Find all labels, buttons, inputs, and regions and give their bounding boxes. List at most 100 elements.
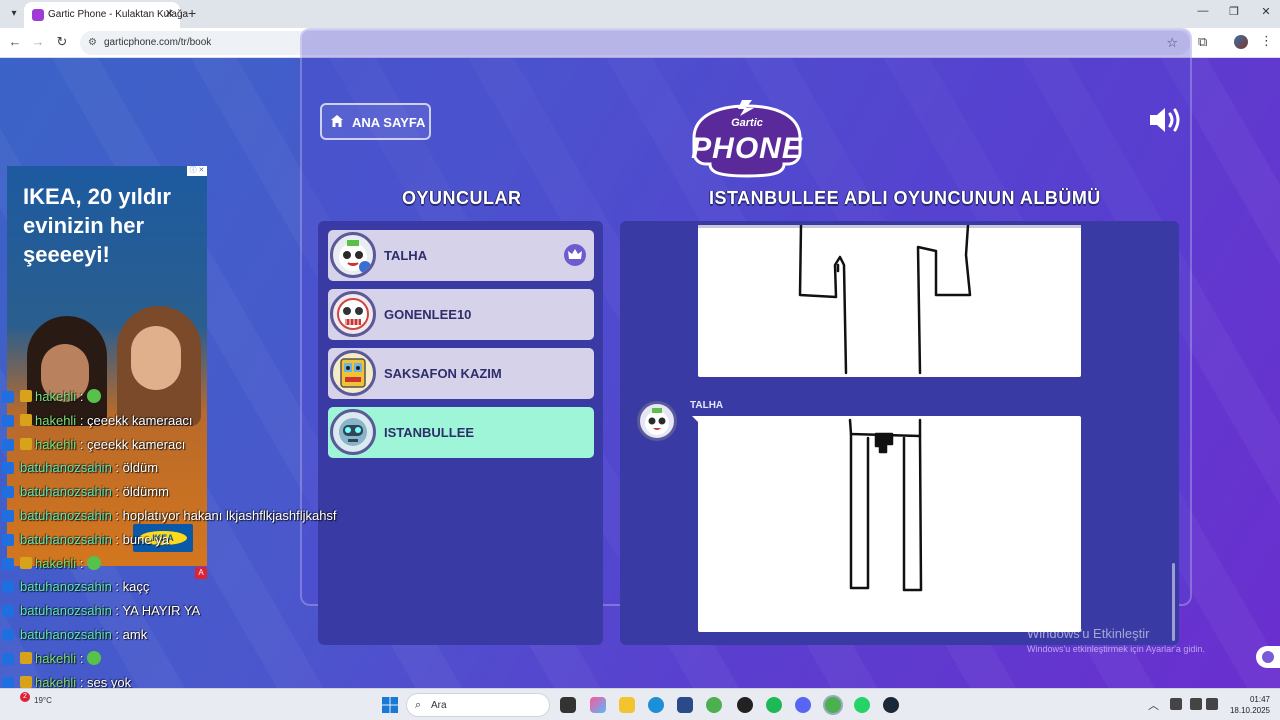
spotify-icon[interactable] bbox=[766, 697, 782, 713]
chat-username: hakehli bbox=[35, 555, 77, 571]
chat-text: YA HAYIR YA bbox=[122, 603, 201, 619]
drawing-canvas bbox=[698, 225, 1081, 377]
chat-subscriber-icon bbox=[20, 651, 32, 664]
chat-separator: : bbox=[111, 507, 123, 523]
new-tab-icon[interactable]: + bbox=[188, 5, 196, 21]
chat-separator: : bbox=[76, 412, 88, 428]
chat-message: hakehli : bbox=[2, 387, 402, 411]
whatsapp-icon[interactable] bbox=[854, 697, 870, 713]
chat-text: bune ya bbox=[122, 531, 169, 547]
chat-badge-icon bbox=[2, 414, 14, 427]
chat-separator: : bbox=[76, 650, 88, 666]
chat-username: batuhanozsahin bbox=[20, 507, 112, 523]
chat-badge-icon bbox=[2, 557, 14, 570]
store-icon[interactable] bbox=[677, 697, 693, 713]
close-window-icon[interactable]: ✕ bbox=[1256, 5, 1276, 18]
player-name: GONENLEE10 bbox=[384, 307, 472, 322]
steam-icon[interactable] bbox=[883, 697, 899, 713]
chat-badge-icon bbox=[2, 486, 14, 499]
search-icon: ⌕ bbox=[415, 699, 422, 711]
tab-close-icon[interactable]: ✕ bbox=[165, 7, 174, 20]
chat-message: hakehli : çeeekk kameraacı bbox=[2, 411, 402, 435]
taskbar-clock[interactable]: 01:47 18.10.2025 bbox=[1226, 694, 1270, 716]
album-author-name: TALHA bbox=[690, 400, 724, 411]
tray-overflow-icon[interactable]: ︿ bbox=[1148, 697, 1159, 713]
player-avatar bbox=[330, 232, 376, 278]
volume-icon[interactable] bbox=[1206, 698, 1218, 710]
player-avatar bbox=[330, 291, 376, 337]
chat-subscriber-icon bbox=[20, 437, 32, 450]
player-name: SAKSAFON KAZIM bbox=[384, 366, 502, 381]
crown-icon bbox=[564, 244, 586, 266]
home-icon bbox=[331, 115, 343, 127]
back-icon[interactable]: ← bbox=[6, 34, 24, 49]
gartic-phone-logo: Gartic PHONE bbox=[684, 100, 810, 178]
chat-badge-icon bbox=[2, 391, 14, 403]
task-view-icon[interactable] bbox=[560, 697, 576, 713]
album-author-avatar bbox=[637, 401, 677, 441]
album-panel: TALHA bbox=[620, 221, 1179, 645]
url-text: garticphone.com/tr/book bbox=[104, 37, 212, 48]
logo-text-top: Gartic bbox=[731, 117, 763, 129]
chat-separator: : bbox=[111, 531, 123, 547]
chat-badge-icon bbox=[2, 438, 14, 451]
profile-avatar-icon[interactable] bbox=[1234, 35, 1248, 49]
chat-message: hakehli : bbox=[2, 649, 402, 673]
site-info-icon[interactable]: ⚙ bbox=[88, 37, 97, 48]
drawing-strokes bbox=[848, 418, 923, 592]
ad-info-icon[interactable]: ⓘ ✕ bbox=[187, 166, 207, 176]
stream-chat-overlay: hakehli : hakehli : çeeekk kameraacı hake… bbox=[2, 387, 402, 720]
reload-icon[interactable]: ↻ bbox=[53, 34, 71, 50]
chat-text: hoplatıyor hakanı lkjashflkjashfljkahsf bbox=[122, 507, 337, 523]
ad-image-face bbox=[131, 326, 181, 390]
chat-emote-icon bbox=[87, 650, 102, 665]
album-heading: ISTANBULLEE ADLI OYUNCUNUN ALBÜMÜ bbox=[709, 188, 1101, 208]
home-button[interactable]: ANA SAYFA bbox=[320, 103, 431, 140]
player-item-talha[interactable]: TALHA bbox=[328, 230, 594, 281]
chat-subscriber-icon bbox=[20, 390, 32, 402]
discord-icon[interactable] bbox=[795, 697, 811, 713]
chat-message: batuhanozsahin : öldümm bbox=[2, 482, 402, 506]
extensions-icon[interactable]: ⧉ bbox=[1198, 34, 1207, 50]
browser-tab[interactable]: Gartic Phone - Kulaktan Kulağa ✕ bbox=[24, 2, 188, 28]
players-heading: OYUNCULAR bbox=[402, 188, 522, 208]
browser-menu-icon[interactable]: ⋮ bbox=[1260, 33, 1273, 49]
chrome-icon[interactable] bbox=[706, 697, 722, 713]
drawing-strokes bbox=[798, 225, 972, 375]
app-icon[interactable] bbox=[737, 697, 753, 713]
minimize-icon[interactable]: — bbox=[1193, 5, 1213, 17]
windows-activation-watermark: Windows'u Etkinleştir Windows'u etkinleş… bbox=[1027, 626, 1205, 654]
weather-temp[interactable]: 19°C bbox=[34, 696, 52, 705]
restore-icon[interactable]: ❐ bbox=[1224, 5, 1244, 18]
chat-separator: : bbox=[111, 603, 123, 619]
side-panel-toggle[interactable] bbox=[1256, 646, 1280, 668]
forward-icon[interactable]: → bbox=[29, 34, 47, 49]
chat-subscriber-icon bbox=[20, 675, 32, 688]
chat-username: batuhanozsahin bbox=[20, 626, 112, 642]
chat-text: öldümm bbox=[122, 484, 169, 500]
file-explorer-icon[interactable] bbox=[619, 697, 635, 713]
tab-search-icon[interactable]: ▾ bbox=[6, 6, 22, 22]
chat-message: batuhanozsahin : öldüm bbox=[2, 458, 402, 482]
chat-emote-icon bbox=[87, 389, 102, 403]
activation-subtitle: Windows'u etkinleştirmek için Ayarlar'a … bbox=[1027, 644, 1205, 654]
edge-icon[interactable] bbox=[648, 697, 664, 713]
sound-icon[interactable] bbox=[1148, 106, 1182, 134]
windows-start-icon[interactable] bbox=[382, 697, 398, 713]
chat-badge-icon bbox=[2, 605, 14, 618]
copilot-icon[interactable] bbox=[590, 697, 606, 713]
player-name: TALHA bbox=[384, 248, 428, 263]
network-icon[interactable] bbox=[1190, 698, 1202, 710]
taskbar-search-box[interactable]: ⌕ Ara bbox=[406, 693, 550, 717]
chat-separator: : bbox=[111, 484, 123, 500]
chat-username: batuhanozsahin bbox=[20, 603, 112, 619]
microphone-icon[interactable] bbox=[1170, 698, 1182, 710]
chat-message: batuhanozsahin : amk bbox=[2, 625, 402, 649]
chat-message: batuhanozsahin : bune ya bbox=[2, 530, 402, 554]
chat-separator: : bbox=[111, 626, 123, 642]
windows-taskbar: 2 19°C ⌕ Ara ︿ 01:47 18.10.2025 bbox=[0, 688, 1280, 720]
chat-username: batuhanozsahin bbox=[20, 460, 112, 476]
player-item-gonenlee10[interactable]: GONENLEE10 bbox=[328, 289, 594, 340]
chrome-active-icon[interactable] bbox=[825, 697, 841, 713]
chat-badge-icon bbox=[2, 581, 14, 594]
